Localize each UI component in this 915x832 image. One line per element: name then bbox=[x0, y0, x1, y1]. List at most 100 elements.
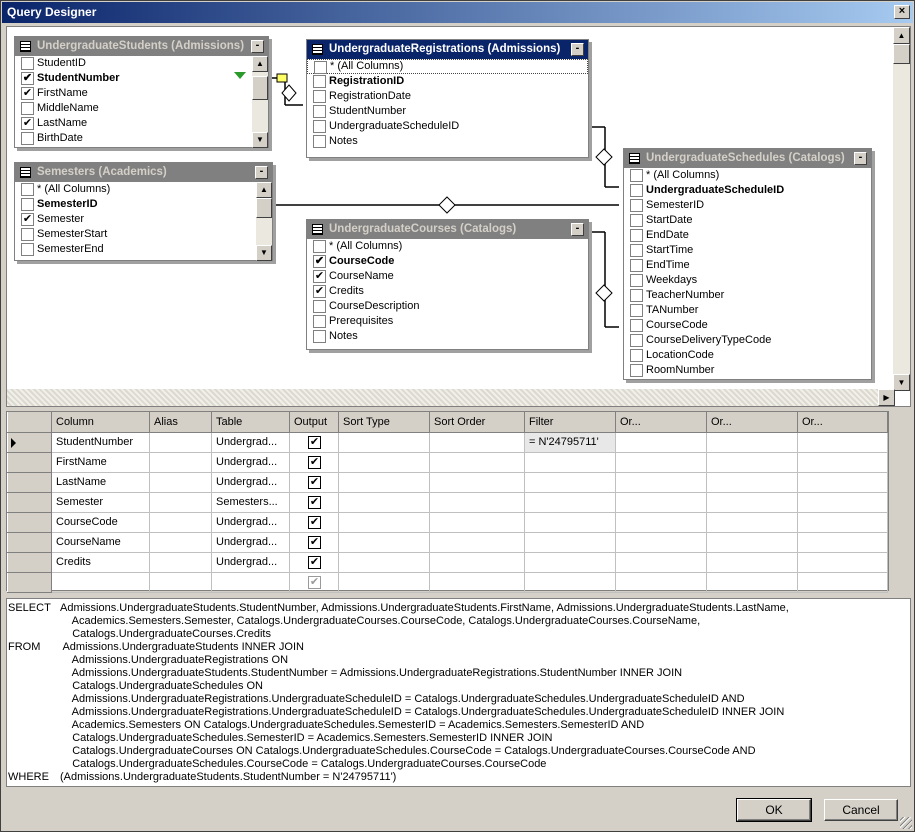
column-row[interactable]: SemesterEnd bbox=[15, 242, 272, 257]
or-cell[interactable] bbox=[615, 532, 707, 553]
column-checkbox[interactable] bbox=[630, 229, 643, 242]
or-cell[interactable] bbox=[706, 572, 798, 593]
output-checkbox[interactable] bbox=[308, 455, 321, 469]
output-checkbox[interactable] bbox=[308, 495, 321, 509]
grid-column-header[interactable]: Output bbox=[289, 412, 339, 433]
or-cell[interactable] bbox=[706, 552, 798, 573]
table-row[interactable]: StudentNumber Undergrad... = N'24795711' bbox=[7, 431, 888, 453]
diagram-horizontal-scrollbar[interactable]: ▶ bbox=[7, 389, 895, 406]
row-header[interactable] bbox=[7, 471, 52, 493]
row-header[interactable] bbox=[7, 531, 52, 553]
column-checkbox[interactable] bbox=[630, 319, 643, 332]
column-checkbox[interactable] bbox=[313, 270, 326, 283]
table-header[interactable]: UndergraduateSchedules (Catalogs) - bbox=[624, 149, 871, 168]
column-row[interactable]: * (All Columns) bbox=[307, 59, 588, 74]
column-checkbox[interactable] bbox=[313, 105, 326, 118]
grid-column-header[interactable]: Alias bbox=[149, 412, 212, 433]
output-cell[interactable] bbox=[289, 432, 339, 453]
column-checkbox[interactable] bbox=[313, 120, 326, 133]
sort-type-cell[interactable] bbox=[338, 492, 430, 513]
sort-type-cell[interactable] bbox=[338, 452, 430, 473]
column-row[interactable]: StudentNumber bbox=[307, 104, 588, 119]
column-row[interactable]: Weekdays bbox=[624, 273, 871, 288]
column-checkbox[interactable] bbox=[21, 213, 34, 226]
sql-pane[interactable]: SELECT Admissions.UndergraduateStudents.S… bbox=[6, 598, 911, 787]
grid-column-header[interactable]: Or... bbox=[615, 412, 707, 433]
or-cell[interactable] bbox=[797, 552, 888, 573]
grid-column-header[interactable]: Or... bbox=[797, 412, 888, 433]
row-header[interactable] bbox=[7, 571, 52, 593]
diagram-vertical-scrollbar[interactable]: ▲ ▼ bbox=[893, 27, 910, 391]
grid-column-header[interactable]: Table bbox=[211, 412, 290, 433]
table-undergraduate-courses[interactable]: UndergraduateCourses (Catalogs) - * (All … bbox=[306, 219, 589, 350]
resize-grip-icon[interactable] bbox=[900, 817, 912, 829]
column-row[interactable]: FirstName bbox=[15, 86, 268, 101]
column-row[interactable]: EndTime bbox=[624, 258, 871, 273]
table-cell[interactable]: Undergrad... bbox=[211, 532, 290, 553]
table-row[interactable]: Semester Semesters... bbox=[7, 491, 888, 513]
row-header[interactable] bbox=[7, 491, 52, 513]
column-row[interactable]: Notes bbox=[307, 134, 588, 149]
column-row[interactable]: BirthDate bbox=[15, 131, 268, 146]
sort-order-cell[interactable] bbox=[429, 432, 525, 453]
column-row[interactable]: SemesterID bbox=[624, 198, 871, 213]
column-checkbox[interactable] bbox=[630, 244, 643, 257]
grid-column-header[interactable]: Column bbox=[51, 412, 150, 433]
or-cell[interactable] bbox=[615, 552, 707, 573]
table-undergraduate-registrations[interactable]: UndergraduateRegistrations (Admissions) -… bbox=[306, 39, 589, 158]
column-row[interactable]: Credits bbox=[307, 284, 588, 299]
output-cell[interactable] bbox=[289, 492, 339, 513]
or-cell[interactable] bbox=[706, 492, 798, 513]
column-row[interactable]: SemesterID bbox=[15, 197, 272, 212]
or-cell[interactable] bbox=[615, 452, 707, 473]
column-row[interactable]: CourseCode bbox=[624, 318, 871, 333]
alias-cell[interactable] bbox=[149, 512, 212, 533]
or-cell[interactable] bbox=[797, 532, 888, 553]
or-cell[interactable] bbox=[706, 472, 798, 493]
sort-order-cell[interactable] bbox=[429, 552, 525, 573]
column-row[interactable]: StudentID bbox=[15, 56, 268, 71]
or-cell[interactable] bbox=[615, 432, 707, 453]
alias-cell[interactable] bbox=[149, 552, 212, 573]
row-header[interactable] bbox=[7, 511, 52, 533]
output-checkbox[interactable] bbox=[308, 475, 321, 489]
column-checkbox[interactable] bbox=[313, 255, 326, 268]
column-row[interactable]: StudentNumber bbox=[15, 71, 268, 86]
column-checkbox[interactable] bbox=[630, 184, 643, 197]
output-cell[interactable] bbox=[289, 552, 339, 573]
filter-cell[interactable]: = N'24795711' bbox=[524, 432, 616, 453]
column-cell[interactable]: CourseCode bbox=[51, 512, 150, 533]
column-row[interactable]: LastName bbox=[15, 116, 268, 131]
column-row[interactable]: MiddleName bbox=[15, 101, 268, 116]
column-checkbox[interactable] bbox=[21, 102, 34, 115]
cancel-button[interactable]: Cancel bbox=[824, 799, 898, 821]
filter-cell[interactable] bbox=[524, 552, 616, 573]
filter-cell[interactable] bbox=[524, 532, 616, 553]
grid-column-header[interactable]: Sort Order bbox=[429, 412, 525, 433]
scroll-right-icon[interactable]: ▶ bbox=[878, 389, 895, 406]
scroll-up-icon[interactable]: ▲ bbox=[252, 56, 268, 72]
column-checkbox[interactable] bbox=[630, 364, 643, 377]
output-checkbox[interactable] bbox=[308, 535, 321, 549]
minimize-icon[interactable]: - bbox=[251, 40, 264, 53]
table-cell[interactable]: Undergrad... bbox=[211, 512, 290, 533]
scroll-up-icon[interactable]: ▲ bbox=[256, 182, 272, 198]
output-cell[interactable] bbox=[289, 512, 339, 533]
or-cell[interactable] bbox=[706, 452, 798, 473]
column-checkbox[interactable] bbox=[21, 57, 34, 70]
column-checkbox[interactable] bbox=[630, 334, 643, 347]
or-cell[interactable] bbox=[615, 512, 707, 533]
output-cell[interactable] bbox=[289, 452, 339, 473]
column-row[interactable]: CourseCode bbox=[307, 254, 588, 269]
or-cell[interactable] bbox=[797, 492, 888, 513]
sort-type-cell[interactable] bbox=[338, 532, 430, 553]
minimize-icon[interactable]: - bbox=[854, 152, 867, 165]
column-cell[interactable] bbox=[51, 572, 150, 593]
or-cell[interactable] bbox=[615, 472, 707, 493]
filter-cell[interactable] bbox=[524, 492, 616, 513]
column-checkbox[interactable] bbox=[313, 285, 326, 298]
column-row[interactable]: * (All Columns) bbox=[624, 168, 871, 183]
or-cell[interactable] bbox=[615, 492, 707, 513]
column-row[interactable]: * (All Columns) bbox=[307, 239, 588, 254]
grid-column-header[interactable]: Filter bbox=[524, 412, 616, 433]
